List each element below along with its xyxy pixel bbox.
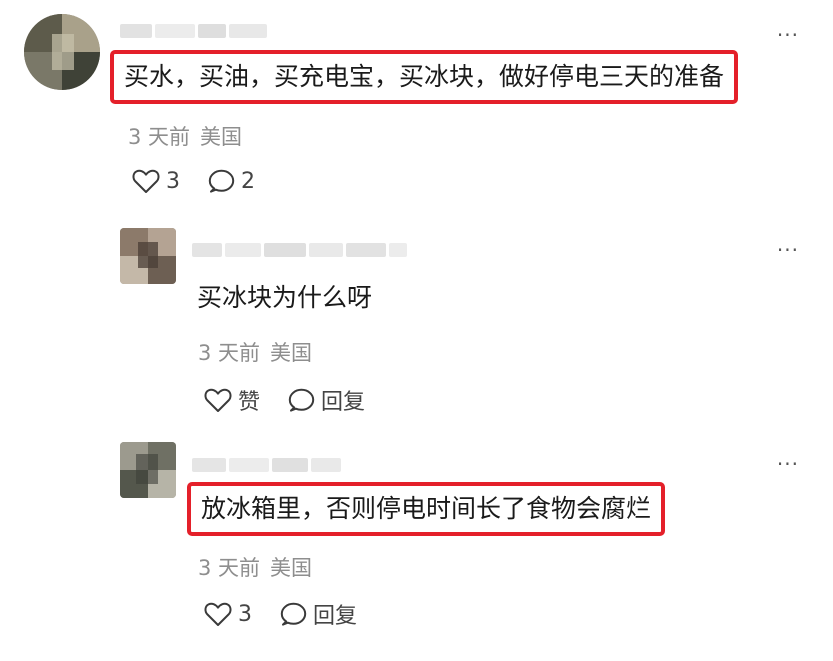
- comment-2: ··· 买冰块为什么呀 3 天前 美国 赞 回复: [0, 215, 833, 430]
- comment-actions: 赞 回复: [204, 384, 365, 416]
- comment-3: ··· 放冰箱里，否则停电时间长了食物会腐烂 3 天前 美国 3 回复: [0, 430, 833, 661]
- more-options-icon[interactable]: ···: [777, 25, 799, 45]
- comment-meta: 3 天前 美国: [198, 552, 312, 582]
- avatar[interactable]: [120, 228, 176, 284]
- speech-bubble-icon: [288, 388, 315, 412]
- comment-location: 美国: [200, 125, 243, 149]
- username-blurred[interactable]: [120, 20, 267, 42]
- speech-bubble-icon: [208, 169, 235, 193]
- reply-button[interactable]: 2: [208, 168, 255, 194]
- comment-time: 3 天前: [198, 556, 261, 580]
- reply-button[interactable]: 回复: [288, 384, 365, 416]
- avatar[interactable]: [120, 442, 176, 498]
- avatar[interactable]: [24, 14, 100, 90]
- username-blurred[interactable]: [192, 454, 341, 476]
- comment-meta: 3 天前 美国: [128, 121, 242, 151]
- comment-actions: 3 回复: [204, 598, 357, 630]
- heart-icon: [132, 169, 160, 193]
- comment-text: 买水，买油，买充电宝，买冰块，做好停电三天的准备: [110, 50, 739, 104]
- more-options-icon[interactable]: ···: [777, 240, 799, 260]
- comment-1: ··· 买水，买油，买充电宝，买冰块，做好停电三天的准备 3 天前 美国 3 2: [0, 0, 833, 215]
- username-blurred[interactable]: [192, 239, 407, 261]
- reply-label: 回复: [321, 390, 366, 415]
- reply-button[interactable]: 回复: [280, 598, 357, 630]
- comment-location: 美国: [270, 341, 313, 365]
- like-count: 3: [238, 601, 252, 627]
- heart-icon: [204, 388, 232, 412]
- like-label: 赞: [238, 390, 261, 415]
- like-button[interactable]: 3: [132, 168, 180, 194]
- like-button[interactable]: 赞: [204, 384, 260, 416]
- like-button[interactable]: 3: [204, 601, 252, 627]
- comment-meta: 3 天前 美国: [198, 337, 312, 367]
- comment-text: 买冰块为什么呀: [197, 283, 373, 312]
- reply-count: 2: [241, 168, 255, 194]
- comment-time: 3 天前: [128, 125, 191, 149]
- like-count: 3: [166, 168, 180, 194]
- more-options-icon[interactable]: ···: [777, 454, 799, 474]
- comment-time: 3 天前: [198, 341, 261, 365]
- speech-bubble-icon: [280, 602, 307, 626]
- comment-actions: 3 2: [132, 168, 255, 194]
- comment-text: 放冰箱里，否则停电时间长了食物会腐烂: [187, 482, 666, 536]
- reply-label: 回复: [313, 604, 358, 629]
- heart-icon: [204, 602, 232, 626]
- comment-location: 美国: [270, 556, 313, 580]
